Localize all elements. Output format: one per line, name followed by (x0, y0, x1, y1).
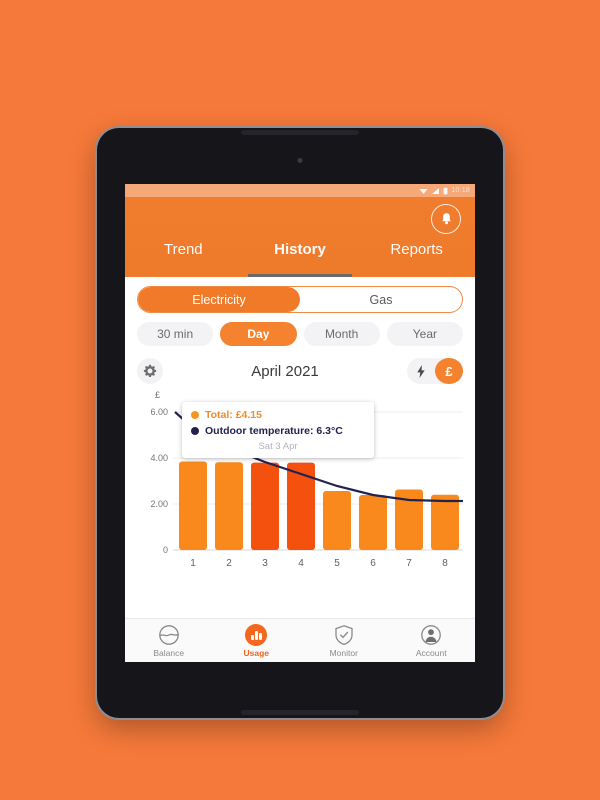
x-tick-4: 4 (298, 558, 304, 569)
bottom-navigation: Balance Usage Monitor Account (125, 618, 475, 662)
x-tick-7: 7 (406, 558, 412, 569)
unit-option-kwh[interactable] (407, 358, 435, 384)
x-tick-2: 2 (226, 558, 232, 569)
signal-icon (432, 187, 440, 194)
nav-item-monitor-label: Monitor (329, 647, 358, 658)
app-header: Trend History Reports (125, 197, 475, 277)
tab-reports[interactable]: Reports (358, 241, 475, 277)
nav-item-usage[interactable]: Usage (213, 619, 301, 662)
bar-5 (323, 491, 351, 550)
lightning-bolt-icon (417, 364, 425, 378)
date-label: April 2021 (251, 362, 319, 380)
bar-1 (179, 461, 207, 550)
bell-icon (441, 213, 451, 225)
balance-circle-icon (158, 624, 179, 645)
tablet-device-frame: 10:18 Trend History Reports Electricity … (97, 128, 503, 718)
device-screen: 10:18 Trend History Reports Electricity … (125, 184, 475, 662)
bar-8 (431, 494, 459, 550)
tooltip-total-label: Total: £4.15 (205, 409, 262, 421)
speaker-slot-bottom (241, 710, 359, 715)
nav-item-balance[interactable]: Balance (125, 619, 213, 662)
unit-option-currency-label: £ (445, 363, 453, 379)
x-tick-1: 1 (190, 558, 196, 569)
tooltip-temperature-label: Outdoor temperature: 6.3°C (205, 425, 343, 437)
status-bar-clock: 10:18 (451, 187, 470, 194)
bar-3 (251, 462, 279, 550)
usage-chart[interactable]: £ 6.00 4.00 2.00 0 1 2 3 4 5 6 7 8 Total… (137, 390, 463, 618)
nav-item-usage-label: Usage (243, 647, 269, 658)
tab-trend-label: Trend (164, 241, 203, 258)
fuel-option-electricity[interactable]: Electricity (138, 287, 300, 312)
fuel-option-gas-label: Gas (369, 292, 393, 307)
period-option-month[interactable]: Month (303, 322, 380, 346)
y-axis-tick-labels: 6.00 4.00 2.00 0 (150, 407, 168, 555)
y-tick-600: 6.00 (150, 407, 168, 417)
notification-bell-button[interactable] (431, 204, 461, 234)
app-body: Electricity Gas 30 min Day Month Year Ap… (125, 277, 475, 618)
speaker-slot-top (241, 130, 359, 135)
tooltip-temperature-row: Outdoor temperature: 6.3°C (191, 425, 365, 437)
bar-6 (359, 495, 387, 550)
tooltip-total-dot (191, 411, 199, 419)
y-tick-200: 2.00 (150, 499, 168, 509)
wifi-icon (419, 188, 428, 194)
bell-row (125, 197, 475, 241)
x-tick-6: 6 (370, 558, 376, 569)
settings-gear-button[interactable] (137, 358, 163, 384)
unit-option-currency[interactable]: £ (435, 358, 463, 384)
y-tick-400: 4.00 (150, 453, 168, 463)
nav-item-balance-label: Balance (153, 647, 185, 658)
period-option-year[interactable]: Year (386, 322, 463, 346)
fuel-option-electricity-label: Electricity (192, 292, 246, 307)
tab-history-label: History (274, 241, 326, 258)
shield-check-icon (335, 624, 353, 645)
tooltip-date-label: Sat 3 Apr (258, 441, 298, 452)
period-toggle: 30 min Day Month Year (137, 322, 463, 346)
x-tick-3: 3 (262, 558, 268, 569)
battery-icon (444, 187, 448, 194)
period-option-month-label: Month (324, 327, 359, 341)
status-bar: 10:18 (125, 184, 475, 197)
period-option-year-label: Year (412, 327, 437, 341)
date-navigation-row: April 2021 £ (137, 356, 463, 386)
tooltip-total-row: Total: £4.15 (191, 409, 365, 421)
chart-tooltip: Total: £4.15 Outdoor temperature: 6.3°C … (182, 402, 374, 458)
y-tick-0: 0 (163, 545, 168, 555)
period-option-day[interactable]: Day (220, 322, 297, 346)
bar-2 (215, 462, 243, 550)
tab-reports-label: Reports (390, 241, 443, 258)
tab-history[interactable]: History (242, 241, 359, 277)
fuel-type-toggle: Electricity Gas (137, 286, 463, 313)
tab-trend[interactable]: Trend (125, 241, 242, 277)
chart-bars (179, 461, 459, 550)
period-option-30min-label: 30 min (157, 327, 194, 341)
nav-item-monitor[interactable]: Monitor (300, 619, 388, 662)
gear-icon (143, 364, 157, 378)
usage-bars-icon (245, 623, 268, 646)
main-tabs: Trend History Reports (125, 241, 475, 277)
period-option-day-label: Day (247, 327, 270, 341)
nav-item-account-label: Account (415, 647, 447, 658)
x-tick-8: 8 (442, 558, 448, 569)
bar-4 (287, 462, 315, 550)
unit-toggle: £ (407, 358, 463, 384)
period-option-30min[interactable]: 30 min (137, 322, 214, 346)
fuel-option-gas[interactable]: Gas (300, 287, 462, 312)
x-tick-5: 5 (334, 558, 340, 569)
tooltip-temperature-dot (191, 427, 199, 435)
person-icon (421, 624, 442, 645)
x-axis-tick-labels: 1 2 3 4 5 6 7 8 (190, 558, 448, 569)
front-camera (297, 158, 303, 163)
nav-item-account[interactable]: Account (388, 619, 476, 662)
